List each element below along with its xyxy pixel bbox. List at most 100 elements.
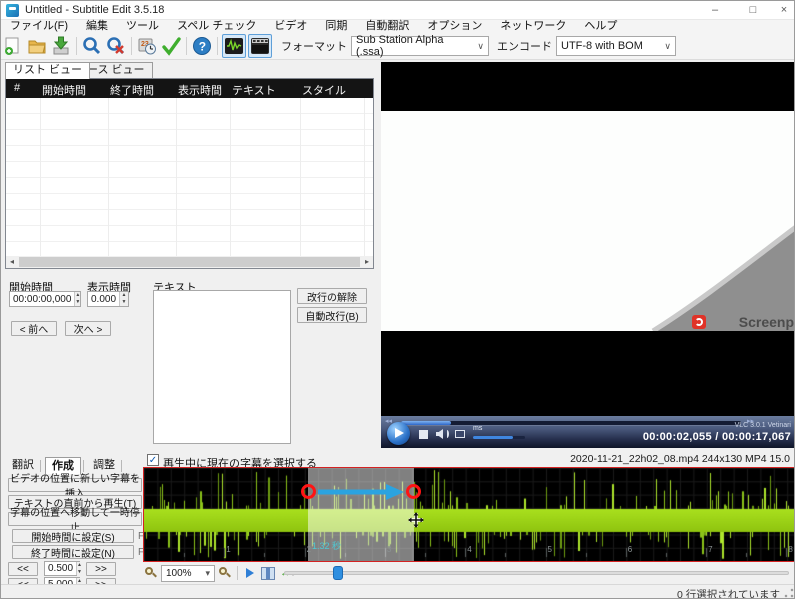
open-file-icon[interactable] [26, 35, 48, 57]
move-cursor-icon [408, 512, 424, 528]
ruler-second-label: 6 [628, 545, 632, 554]
menu-video[interactable]: ビデオ [265, 20, 316, 33]
maximize-button[interactable]: □ [734, 1, 772, 20]
col-number[interactable]: # [14, 82, 20, 94]
ruler-second-label: 4 [467, 545, 471, 554]
table-header: # 開始時間 終了時間 表示時間 テキスト スタイル [6, 79, 373, 98]
resize-grip[interactable] [784, 588, 794, 598]
video-surface[interactable]: Screenp [381, 62, 795, 416]
settings-icon[interactable]: 23 [136, 35, 158, 57]
menu-edit[interactable]: 編集 [77, 20, 117, 33]
insert-subtitle-button[interactable]: ビデオの位置に新しい字幕を挿入 [8, 478, 142, 492]
spin-up-icon[interactable]: ▲ [120, 292, 128, 299]
minimize-button[interactable]: – [696, 1, 734, 20]
start-time-spinner[interactable]: 00:00:00,000 ▲▼ [9, 291, 81, 307]
scroll-left-icon[interactable]: ◂ [6, 256, 18, 268]
menu-tools[interactable]: ツール [117, 20, 168, 33]
fullscreen-button[interactable] [455, 430, 465, 438]
video-frame: Screenp [381, 111, 795, 331]
toolbar: 23 ? フォーマット Sub Station Alpha (.ssa) ∨ エ… [1, 33, 795, 60]
menu-spellcheck[interactable]: スペル チェック [168, 20, 265, 33]
step-forward-small-button[interactable]: >> [86, 562, 116, 576]
stop-button[interactable] [419, 430, 428, 439]
subtitle-text-area[interactable] [153, 290, 291, 444]
format-select[interactable]: Sub Station Alpha (.ssa) ∨ [351, 36, 489, 56]
video-controls-bar: ◂◂ ▸▸ ms VLC 3.0.1 Vetinari 00:00:02,055… [381, 416, 795, 448]
small-step-spinner[interactable]: 0.500 ▲▼ [44, 561, 80, 576]
toolbar-separator [217, 37, 218, 55]
waveform-position-thumb[interactable] [333, 566, 343, 580]
replace-icon[interactable] [105, 35, 127, 57]
vlc-version-text: VLC 3.0.1 Vetinari [735, 422, 791, 429]
set-end-time-button[interactable]: 終了時間に設定(N) [12, 545, 134, 559]
waveform-play-icon[interactable] [246, 568, 254, 578]
status-bar: 0 行選択されています [1, 584, 795, 599]
col-style[interactable]: スタイル [302, 82, 346, 98]
horizontal-scrollbar[interactable]: ◂ ▸ [6, 256, 373, 268]
ms-slider-fill [473, 436, 513, 439]
spin-up-icon[interactable]: ▲ [75, 292, 80, 299]
play-button[interactable] [387, 422, 410, 445]
help-icon[interactable]: ? [191, 35, 213, 57]
menu-options[interactable]: オプション [418, 20, 491, 33]
select-current-checkbox[interactable]: ✓ [147, 454, 159, 466]
ruler-second-label: 3 [387, 545, 391, 554]
tab-list-view[interactable]: リスト ビュー [5, 62, 90, 79]
set-start-time-button[interactable]: 開始時間に設定(S) [12, 529, 134, 543]
autobreak-button[interactable]: 自動改行(B) [297, 307, 367, 323]
seek-progress [401, 421, 451, 425]
goto-pause-button[interactable]: 字幕の位置へ移動して一時停止 [8, 512, 142, 526]
table-rows-area[interactable] [6, 98, 373, 256]
col-end[interactable]: 終了時間 [110, 82, 154, 98]
toolbar-separator [76, 37, 77, 55]
watermark-logo-icon [692, 315, 706, 329]
drag-start-circle [301, 484, 316, 499]
spin-down-icon[interactable]: ▼ [120, 299, 128, 306]
menu-help[interactable]: ヘルプ [575, 20, 626, 33]
menu-file[interactable]: ファイル(F) [1, 20, 77, 33]
next-button[interactable]: 次へ > [65, 321, 111, 336]
menu-sync[interactable]: 同期 [316, 20, 356, 33]
waveform-panel[interactable]: 1.32 秒 12345678 [143, 467, 795, 562]
ms-label: ms [473, 425, 482, 432]
zoom-out-icon[interactable] [145, 567, 157, 579]
spin-up-icon[interactable]: ▲ [77, 562, 82, 569]
ruler-second-label: 2 [307, 545, 311, 554]
zoom-in-icon[interactable] [219, 567, 231, 579]
spin-down-icon[interactable]: ▼ [75, 299, 80, 306]
waveform-toggle-button[interactable] [222, 34, 246, 58]
drag-end-circle [406, 484, 421, 499]
selection-status-text: 0 行選択されています [677, 587, 780, 599]
menu-autotranslate[interactable]: 自動翻訳 [356, 20, 418, 33]
previous-button[interactable]: < 前へ [11, 321, 57, 336]
chevron-down-icon: ∨ [471, 41, 484, 52]
drag-arrow-icon [318, 484, 404, 500]
volume-icon[interactable] [436, 429, 443, 439]
col-start[interactable]: 開始時間 [42, 82, 86, 98]
scrollbar-thumb[interactable] [19, 257, 360, 267]
seek-bar[interactable] [401, 421, 741, 425]
scroll-right-icon[interactable]: ▸ [361, 256, 373, 268]
duration-spinner[interactable]: 0.000 ▲▼ [87, 291, 129, 307]
col-duration[interactable]: 表示時間 [178, 82, 222, 98]
title-bar: Untitled - Subtitle Edit 3.5.18 – □ × [1, 1, 795, 20]
chevron-down-icon: ▾ [199, 568, 210, 579]
col-text[interactable]: テキスト [232, 82, 276, 98]
selection-duration-label: 1.32 秒 [312, 539, 341, 552]
waveform-position-scrollbar[interactable] [284, 571, 789, 575]
spectrogram-toggle-icon[interactable] [261, 567, 275, 580]
toolbar-separator [131, 37, 132, 55]
spin-down-icon[interactable]: ▼ [77, 569, 82, 576]
close-button[interactable]: × [772, 1, 795, 20]
waveform-zoom-select[interactable]: 100% ▾ [161, 565, 215, 582]
save-icon[interactable] [50, 35, 72, 57]
video-toggle-button[interactable] [248, 34, 272, 58]
encoding-select[interactable]: UTF-8 with BOM ∨ [556, 36, 676, 56]
find-icon[interactable] [81, 35, 103, 57]
unbreak-button[interactable]: 改行の解除 [297, 288, 367, 304]
new-file-icon[interactable] [2, 35, 24, 57]
menu-network[interactable]: ネットワーク [491, 20, 575, 33]
volume-wave-icon [445, 430, 449, 438]
step-back-small-button[interactable]: << [8, 562, 38, 576]
spellcheck-icon[interactable] [160, 35, 182, 57]
